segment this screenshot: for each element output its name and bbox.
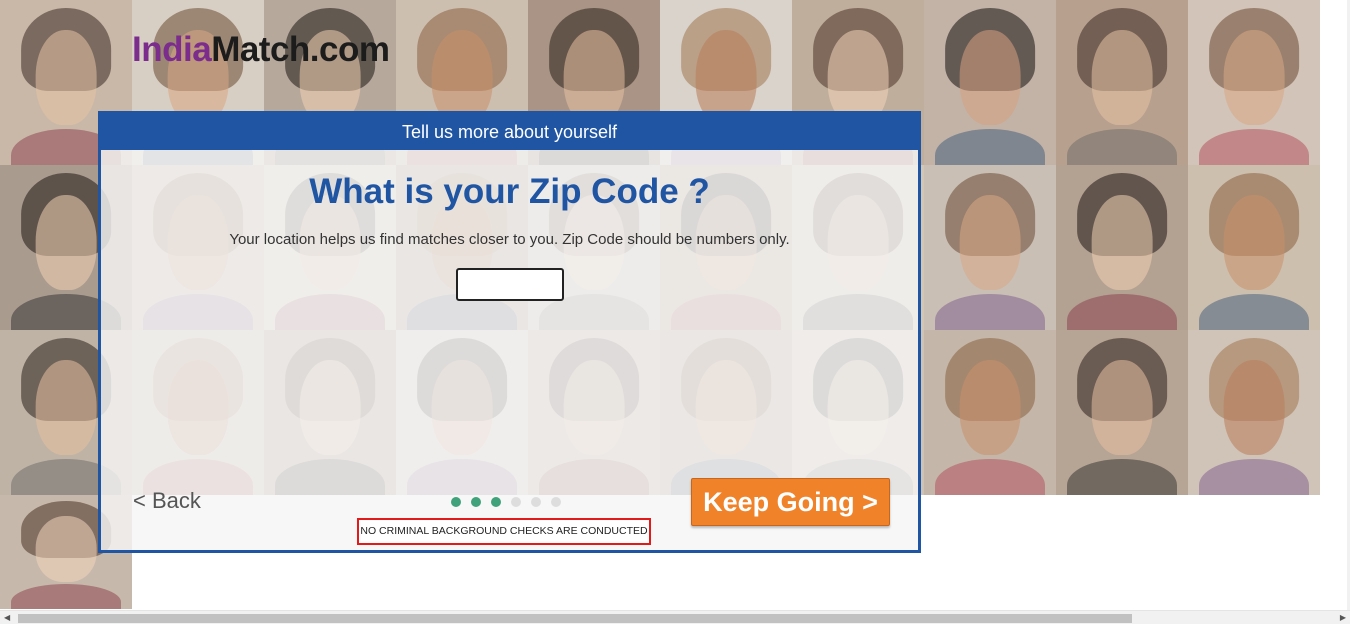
modal-header: Tell us more about yourself <box>101 114 918 150</box>
background-check-notice: NO CRIMINAL BACKGROUND CHECKS ARE CONDUC… <box>357 518 651 545</box>
profile-photo-tile <box>1188 165 1320 330</box>
profile-photo-tile <box>1056 0 1188 165</box>
horizontal-scrollbar-thumb[interactable] <box>18 614 1132 623</box>
zip-code-input[interactable] <box>456 268 564 301</box>
back-link[interactable]: < Back <box>133 488 201 514</box>
logo-part-india: India <box>132 30 212 69</box>
progress-dot <box>531 497 541 507</box>
progress-dot <box>471 497 481 507</box>
horizontal-scrollbar[interactable]: ◀ ▶ <box>0 610 1350 624</box>
profile-photo-tile <box>924 0 1056 165</box>
profile-photo-tile <box>1188 0 1320 165</box>
keep-going-button[interactable]: Keep Going > <box>691 478 890 526</box>
arrow-left-icon[interactable]: ◀ <box>4 613 10 623</box>
profile-photo-tile <box>924 165 1056 330</box>
question-help-text: Your location helps us find matches clos… <box>229 231 790 248</box>
progress-dot <box>451 497 461 507</box>
question-title: What is your Zip Code ? <box>309 172 710 211</box>
arrow-right-icon[interactable]: ▶ <box>1340 613 1346 623</box>
profile-photo-tile <box>1056 165 1188 330</box>
logo-part-match: Match.com <box>211 30 390 69</box>
progress-dots <box>451 497 561 507</box>
progress-dot <box>511 497 521 507</box>
site-logo[interactable]: IndiaMatch.com <box>132 28 390 72</box>
profile-photo-tile <box>924 330 1056 495</box>
signup-step-modal: Tell us more about yourself What is your… <box>98 111 921 553</box>
profile-photo-tile <box>1056 330 1188 495</box>
profile-photo-tile <box>1188 330 1320 495</box>
progress-dot <box>551 497 561 507</box>
progress-dot <box>491 497 501 507</box>
